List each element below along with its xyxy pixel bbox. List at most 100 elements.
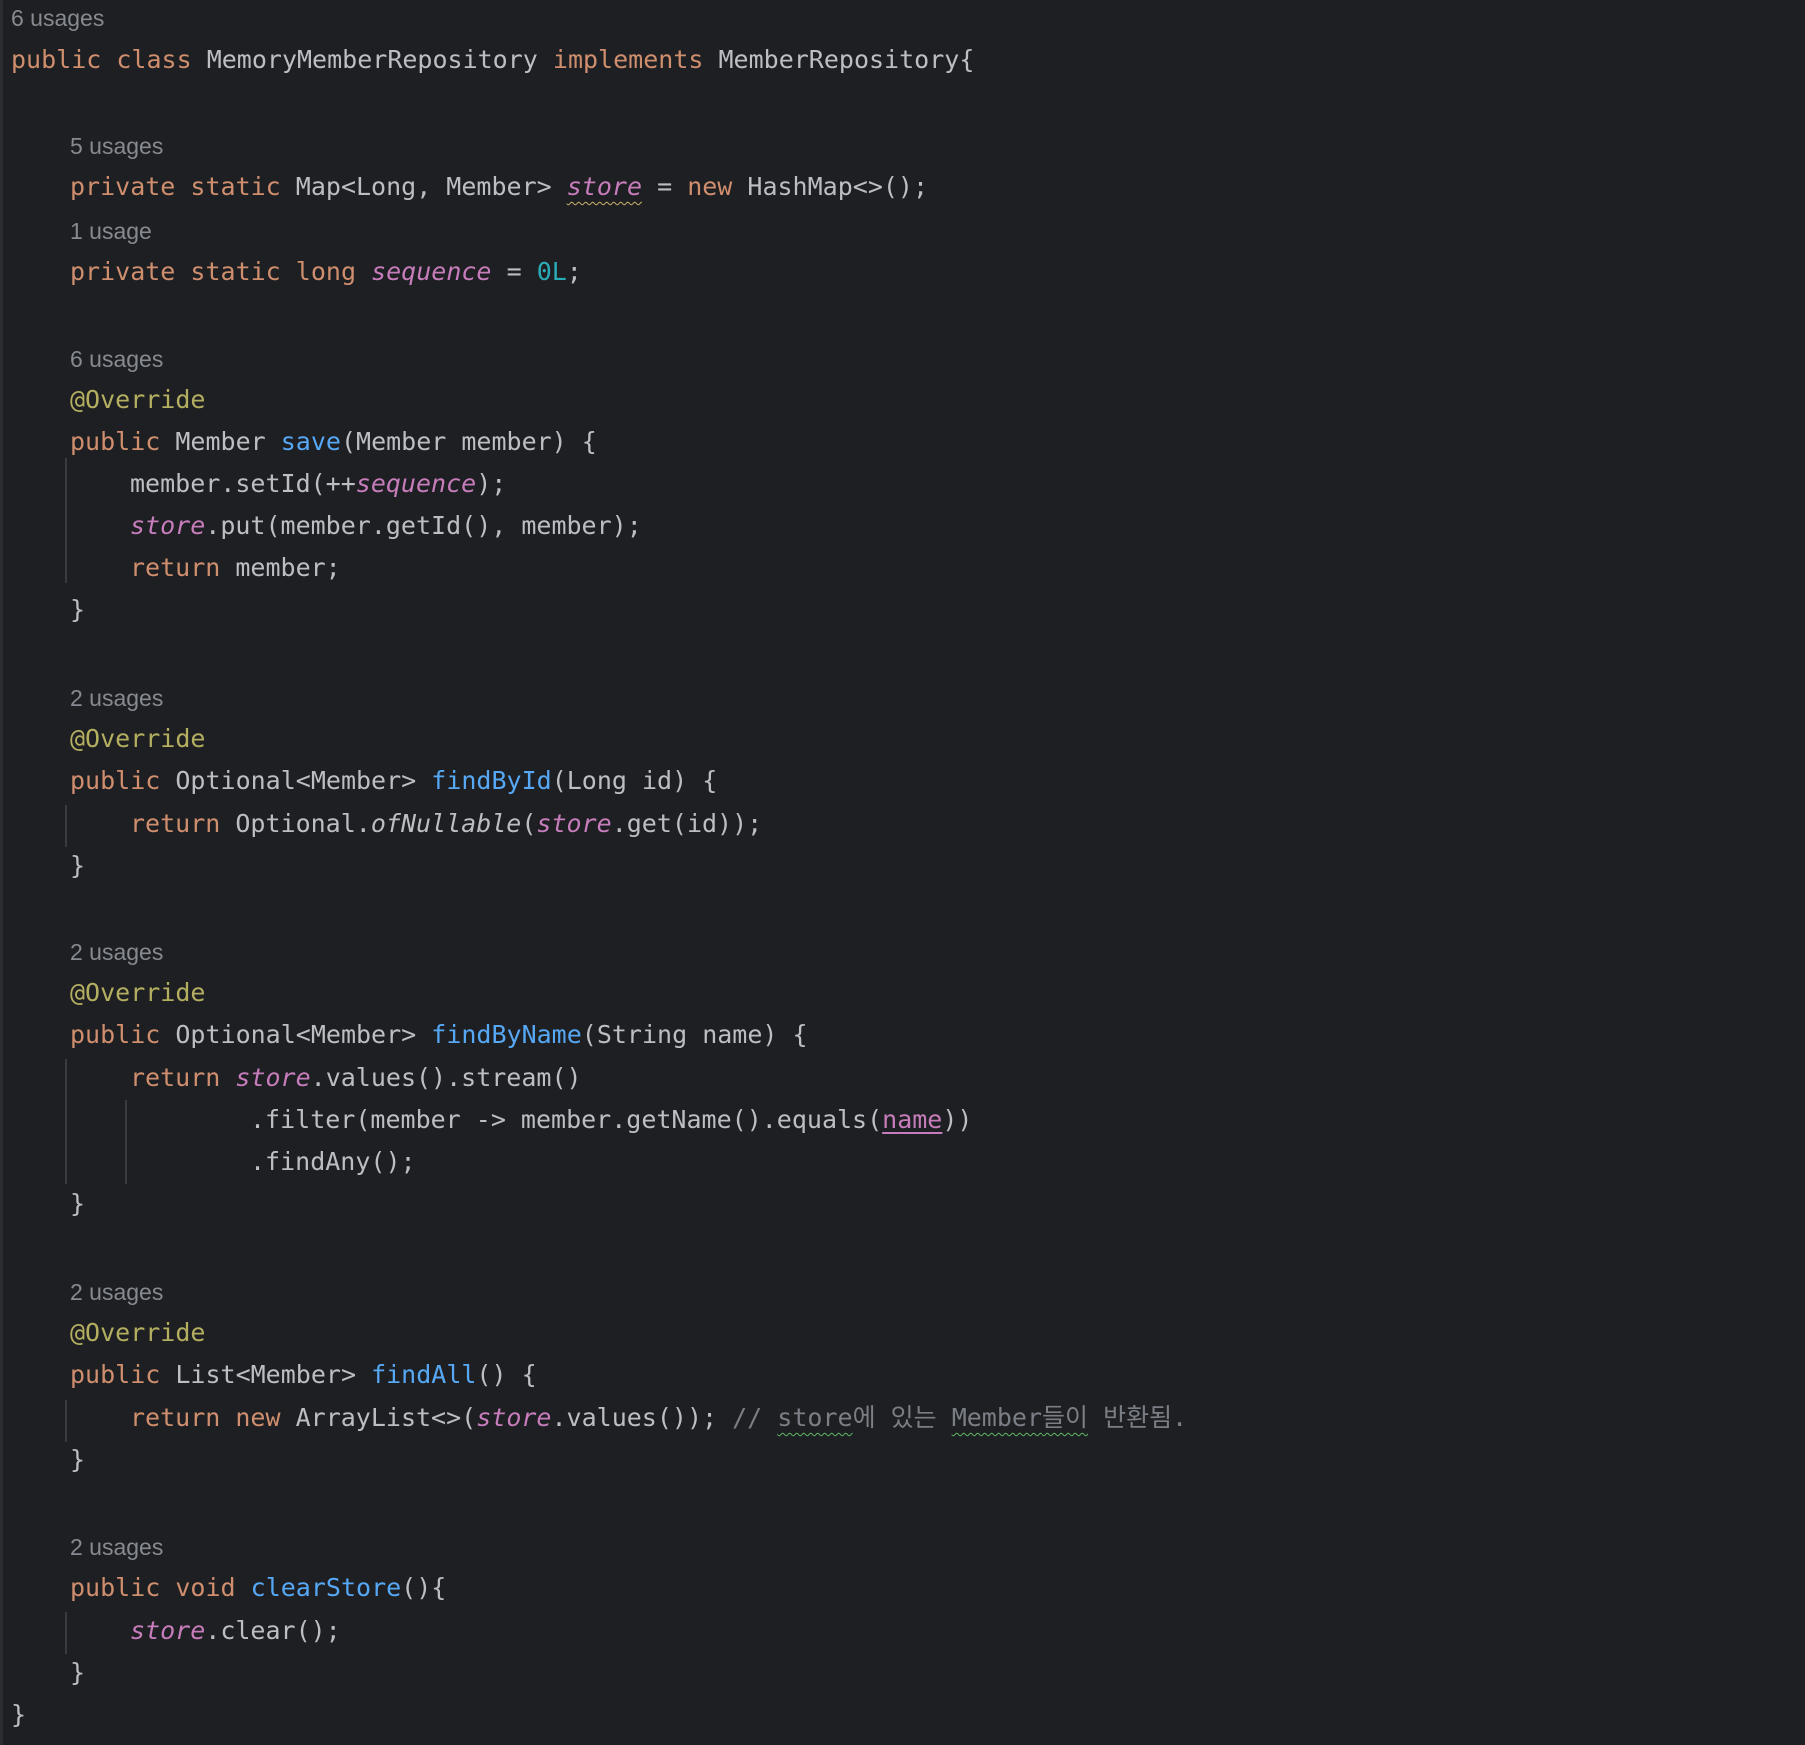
call: .values().stream() — [310, 1063, 582, 1092]
code-line[interactable]: .findAny(); — [250, 1141, 416, 1183]
keyword: new — [235, 1403, 281, 1432]
keyword: public — [70, 1360, 161, 1389]
annotation-line[interactable]: @Override — [70, 972, 205, 1014]
constructor: ArrayList<>( — [295, 1403, 477, 1432]
interface-name: MemberRepository — [718, 45, 960, 74]
call: .findAny(); — [250, 1147, 416, 1176]
usages-hint-sequence[interactable]: 1 usage — [70, 210, 152, 252]
code-line[interactable]: return member; — [130, 547, 341, 589]
code-line[interactable]: .filter(member -> member.getName().equal… — [250, 1099, 972, 1141]
code-line[interactable]: } — [70, 589, 85, 631]
call: .get(id)); — [611, 809, 763, 838]
findById-signature-line[interactable]: public Optional<Member> findById(Long id… — [70, 760, 717, 802]
code-line[interactable]: return store.values().stream() — [130, 1057, 582, 1099]
usages-hint-class[interactable]: 6 usages — [11, 0, 104, 39]
keyword: return — [130, 809, 221, 838]
static-method: ofNullable — [370, 809, 522, 838]
brace: } — [70, 1189, 86, 1218]
keyword: public — [70, 1573, 161, 1602]
override-annotation: @Override — [70, 1318, 206, 1347]
keyword: return — [130, 553, 221, 582]
type: List<Member> — [175, 1360, 356, 1389]
field-store: store — [130, 511, 206, 540]
keyword: void — [175, 1573, 236, 1602]
field-sequence: sequence — [371, 257, 492, 286]
code-line[interactable]: return new ArrayList<>(store.values()); … — [130, 1397, 1187, 1439]
field-sequence: sequence — [355, 469, 477, 498]
comment-slash: // — [732, 1403, 763, 1432]
comment-word: 에 있는 — [852, 1403, 937, 1432]
type: Optional<Member> — [175, 1020, 417, 1049]
usages-hint-store[interactable]: 5 usages — [70, 125, 163, 167]
class-declaration-line[interactable]: public class MemoryMemberRepository impl… — [11, 39, 974, 81]
code-line[interactable]: } — [11, 1694, 26, 1736]
code-editor[interactable]: 6 usages public class MemoryMemberReposi… — [0, 0, 1805, 1745]
override-annotation: @Override — [70, 724, 206, 753]
annotation-line[interactable]: @Override — [70, 718, 205, 760]
annotation-line[interactable]: @Override — [70, 1312, 205, 1354]
override-annotation: @Override — [70, 385, 206, 414]
keyword: private — [70, 172, 176, 201]
save-signature-line[interactable]: public Member save(Member member) { — [70, 421, 597, 463]
params: (String name) { — [581, 1020, 808, 1049]
usages-hint-save[interactable]: 6 usages — [70, 338, 163, 380]
sequence-field-line[interactable]: private static long sequence = 0L; — [70, 251, 582, 293]
params: (Member member) { — [340, 427, 597, 456]
keyword: implements — [552, 45, 704, 74]
brace: } — [70, 851, 86, 880]
field-store: store — [536, 809, 612, 838]
indent-guide-findByName — [65, 1059, 67, 1184]
code-line[interactable]: member.setId(++sequence); — [130, 463, 506, 505]
type: Map<Long, Member> — [295, 172, 552, 201]
clearStore-signature-line[interactable]: public void clearStore(){ — [70, 1567, 446, 1609]
store-field-line[interactable]: private static Map<Long, Member> store =… — [70, 166, 928, 208]
keyword: public — [11, 45, 102, 74]
keyword: return — [130, 1063, 221, 1092]
indent-guide-findAll — [65, 1400, 67, 1442]
keyword: class — [116, 45, 192, 74]
comment-word: 반환됨. — [1103, 1403, 1188, 1432]
param-name-ref: name — [882, 1105, 943, 1134]
findAll-signature-line[interactable]: public List<Member> findAll() { — [70, 1354, 537, 1396]
code-line[interactable]: return Optional.ofNullable(store.get(id)… — [130, 803, 762, 845]
type: Optional<Member> — [175, 766, 417, 795]
code-line[interactable]: store.put(member.getId(), member); — [130, 505, 642, 547]
annotation-line[interactable]: @Override — [70, 379, 205, 421]
usages-hint-findAll[interactable]: 2 usages — [70, 1271, 163, 1313]
brace: } — [70, 1445, 86, 1474]
params: (Long id) { — [551, 766, 718, 795]
class-ref: Optional. — [235, 809, 371, 838]
field-store: store — [566, 172, 642, 201]
call: member.setId(++ — [130, 469, 356, 498]
indent-guide-save — [65, 458, 67, 583]
brace: { — [959, 45, 975, 74]
params: (){ — [401, 1573, 447, 1602]
code-line[interactable]: } — [70, 845, 85, 887]
override-annotation: @Override — [70, 978, 206, 1007]
findByName-signature-line[interactable]: public Optional<Member> findByName(Strin… — [70, 1014, 808, 1056]
usages-hint-findByName[interactable]: 2 usages — [70, 931, 163, 973]
code-line[interactable]: } — [70, 1439, 85, 1481]
type: Member — [175, 427, 266, 456]
operator: = — [657, 172, 673, 201]
code-line[interactable]: store.clear(); — [130, 1610, 341, 1652]
brace: } — [70, 595, 86, 624]
indent-guide-findByName-chain — [125, 1100, 127, 1184]
method-findByName: findByName — [431, 1020, 582, 1049]
keyword: public — [70, 427, 161, 456]
paren: )) — [942, 1105, 973, 1134]
identifier: member; — [235, 553, 341, 582]
usages-hint-findById[interactable]: 2 usages — [70, 677, 163, 719]
call: .put(member.getId(), member); — [205, 511, 642, 540]
keyword: return — [130, 1403, 221, 1432]
field-store: store — [235, 1063, 311, 1092]
paren: ( — [521, 809, 537, 838]
usages-hint-clearStore[interactable]: 2 usages — [70, 1526, 163, 1568]
keyword: public — [70, 766, 161, 795]
code-line[interactable]: } — [70, 1652, 85, 1694]
indent-guide-clearStore — [65, 1612, 67, 1654]
method-save: save — [280, 427, 341, 456]
brace: } — [11, 1700, 27, 1729]
code-line[interactable]: } — [70, 1183, 85, 1225]
keyword: static — [190, 257, 281, 286]
